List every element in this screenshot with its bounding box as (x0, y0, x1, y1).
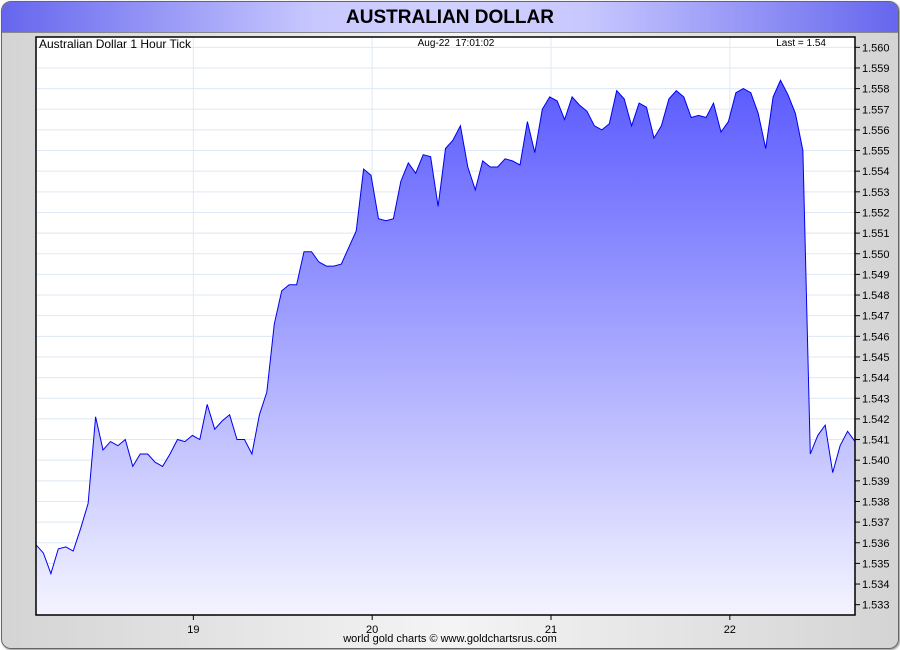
y-tick-label: 1.549 (862, 269, 890, 281)
y-tick-label: 1.542 (862, 414, 890, 426)
footer-credit: world gold charts © www.goldchartsrus.co… (343, 633, 557, 645)
y-tick-label: 1.540 (862, 455, 890, 467)
y-tick-label: 1.543 (862, 393, 890, 405)
y-tick-label: 1.551 (862, 228, 890, 240)
y-tick-label: 1.535 (862, 558, 890, 570)
y-tick-label: 1.558 (862, 84, 890, 96)
y-tick-label: 1.554 (862, 166, 890, 178)
y-tick-label: 1.541 (862, 435, 890, 447)
y-tick-label: 1.553 (862, 187, 890, 199)
y-tick-label: 1.556 (862, 125, 890, 137)
y-tick-label: 1.552 (862, 207, 890, 219)
y-tick-label: 1.544 (862, 373, 890, 385)
y-tick-label: 1.536 (862, 538, 890, 550)
y-tick-label: 1.547 (862, 311, 890, 323)
y-tick-label: 1.538 (862, 496, 890, 508)
y-tick-label: 1.557 (862, 104, 890, 116)
last-value: Last = 1.54 (776, 38, 826, 49)
y-tick-label: 1.533 (862, 600, 890, 612)
y-tick-label: 1.539 (862, 476, 890, 488)
y-axis: 1.533 1.534 1.535 1.536 1.537 1.538 1.539 1.540… (855, 42, 890, 612)
chart-subtitle: Australian Dollar 1 Hour Tick (39, 37, 192, 51)
y-tick-label: 1.555 (862, 146, 890, 158)
price-chart: 1.533 1.534 1.535 1.536 1.537 1.538 1.539 1.540… (35, 36, 890, 636)
y-tick-label: 1.550 (862, 249, 890, 261)
y-tick-label: 1.534 (862, 579, 890, 591)
y-tick-label: 1.560 (862, 42, 890, 54)
y-tick-label: 1.546 (862, 331, 890, 343)
timestamp: Aug-22 17:01:02 (418, 38, 495, 49)
y-tick-label: 1.545 (862, 352, 890, 364)
y-tick-label: 1.559 (862, 63, 890, 75)
y-tick-label: 1.537 (862, 517, 890, 529)
y-tick-label: 1.548 (862, 290, 890, 302)
